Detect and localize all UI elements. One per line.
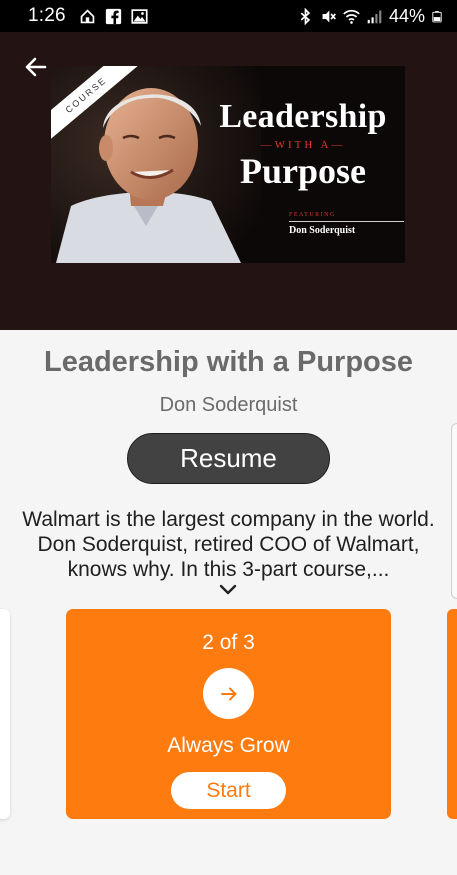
facebook-icon	[105, 8, 121, 24]
lesson-card-next[interactable]	[447, 609, 457, 819]
image-icon	[131, 8, 148, 24]
arrow-right-icon	[220, 687, 236, 700]
lesson-play-button[interactable]	[203, 668, 254, 719]
thumbnail-divider	[289, 221, 404, 222]
home-icon	[80, 8, 95, 23]
start-button[interactable]: Start	[171, 772, 286, 809]
back-arrow-icon[interactable]	[23, 54, 49, 80]
battery-icon	[432, 10, 442, 22]
lesson-card[interactable]: 2 of 3 Always Grow Start	[66, 609, 391, 819]
chevron-down-icon[interactable]	[219, 584, 237, 595]
side-panel-handle[interactable]	[451, 423, 457, 599]
thumbnail-featured-name: Don Soderquist	[289, 225, 356, 236]
course-hero: COURSE Leadership —WITH A— Purpose FEATU…	[0, 32, 457, 330]
lesson-card-previous[interactable]	[0, 609, 10, 819]
course-thumbnail: COURSE Leadership —WITH A— Purpose FEATU…	[51, 66, 405, 263]
thumbnail-title-line1: Leadership	[219, 98, 387, 135]
status-time: 1:26	[28, 5, 66, 26]
status-bar: 1:26 44%	[0, 0, 457, 32]
course-description[interactable]: Walmart is the largest company in the wo…	[12, 507, 445, 582]
battery-percent: 44%	[388, 5, 425, 26]
thumbnail-title-line2: Purpose	[240, 151, 366, 191]
lesson-count: 2 of 3	[202, 631, 255, 654]
course-author[interactable]: Don Soderquist	[0, 394, 457, 417]
signal-icon	[367, 10, 382, 23]
course-title: Leadership with a Purpose	[43, 346, 414, 378]
wifi-icon	[343, 9, 360, 24]
mute-icon	[322, 10, 336, 22]
thumbnail-featuring: FEATURING	[289, 212, 336, 218]
resume-button[interactable]: Resume	[127, 433, 330, 484]
bluetooth-icon	[300, 7, 311, 25]
lesson-title: Always Grow	[167, 734, 290, 757]
